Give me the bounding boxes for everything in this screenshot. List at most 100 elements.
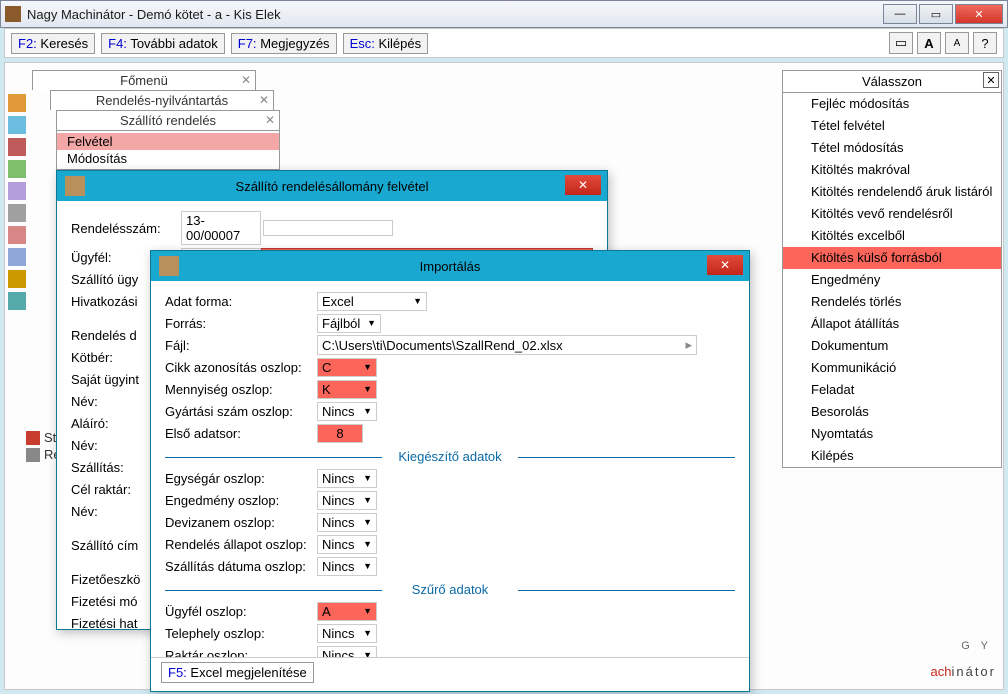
shortcut-bar: F2: Keresés F4: További adatok F7: Megje…	[4, 28, 1004, 58]
maximize-button[interactable]: ▭	[919, 4, 953, 24]
shortcut-esc[interactable]: Esc: Kilépés	[343, 33, 429, 54]
adatforma-select[interactable]: Excel▼	[317, 292, 427, 311]
adatforma-label: Adat forma:	[165, 294, 317, 309]
chevron-down-icon: ▼	[363, 561, 372, 571]
valasszon-item[interactable]: Kitöltés makróval	[783, 159, 1001, 181]
valasszon-item[interactable]: Tétel módosítás	[783, 137, 1001, 159]
szallitas-datuma-oszlop-label: Szállítás dátuma oszlop:	[165, 559, 317, 574]
szallitas-datuma-oszlop-select[interactable]: Nincs▼	[317, 557, 377, 576]
valasszon-item[interactable]: Dokumentum	[783, 335, 1001, 357]
tool-icon[interactable]	[8, 292, 26, 310]
egysegar-oszlop-label: Egységár oszlop:	[165, 471, 317, 486]
package-icon	[65, 176, 85, 196]
tool-icon[interactable]	[8, 138, 26, 156]
rendeles-allapot-oszlop-label: Rendelés állapot oszlop:	[165, 537, 317, 552]
tab-close-icon[interactable]: ✕	[259, 93, 269, 107]
ugyfel-oszlop-select[interactable]: A▼	[317, 602, 377, 621]
tab-rendeles-nyilvantartas[interactable]: Rendelés-nyilvántartás ✕	[50, 90, 274, 110]
app-icon	[5, 6, 21, 22]
valasszon-item[interactable]: Kitöltés külső forrásból	[783, 247, 1001, 269]
tool-icon[interactable]	[8, 204, 26, 222]
window-title: Szállító rendelésállomány felvétel	[57, 179, 607, 194]
font-small-button[interactable]: A	[945, 32, 969, 54]
valasszon-item[interactable]: Feladat	[783, 379, 1001, 401]
chevron-down-icon: ▼	[363, 406, 372, 416]
chevron-down-icon: ▼	[363, 495, 372, 505]
rendelesszam-extra-field[interactable]	[263, 220, 393, 236]
gear-icon	[26, 448, 40, 462]
rendelesszam-field[interactable]: 13-00/00007	[181, 211, 261, 245]
valasszon-item[interactable]: Kilépés	[783, 445, 1001, 467]
valasszon-item[interactable]: Nyomtatás	[783, 423, 1001, 445]
valasszon-item[interactable]: Kitöltés excelből	[783, 225, 1001, 247]
cube-icon	[26, 431, 40, 445]
tab-szallito-rendeles[interactable]: Szállító rendelés ✕	[56, 110, 280, 130]
window-title: Importálás	[151, 259, 749, 274]
forras-select[interactable]: Fájlból▼	[317, 314, 381, 333]
valasszon-item[interactable]: Kommunikáció	[783, 357, 1001, 379]
shortcut-f5-excel[interactable]: F5: Excel megjelenítése	[161, 662, 314, 683]
rendelesszam-label: Rendelésszám:	[71, 221, 181, 236]
raktar-oszlop-select[interactable]: Nincs▼	[317, 646, 377, 658]
shortcut-f7[interactable]: F7: Megjegyzés	[231, 33, 337, 54]
chevron-down-icon: ▼	[363, 650, 372, 657]
tab-fomenu[interactable]: Főmenü ✕	[32, 70, 256, 90]
valasszon-item[interactable]: Állapot átállítás	[783, 313, 1001, 335]
chevron-down-icon: ▼	[363, 606, 372, 616]
cikk-oszlop-select[interactable]: C▼	[317, 358, 377, 377]
valasszon-item[interactable]: Besorolás	[783, 401, 1001, 423]
chevron-down-icon: ▼	[363, 628, 372, 638]
valasszon-item[interactable]: Fejléc módosítás	[783, 93, 1001, 115]
valasszon-header: Válasszon ✕	[783, 71, 1001, 93]
raktar-oszlop-label: Raktár oszlop:	[165, 648, 317, 658]
panel-close-button[interactable]: ✕	[983, 72, 999, 88]
valasszon-item[interactable]: Kitöltés vevő rendelésről	[783, 203, 1001, 225]
left-icon-strip	[8, 90, 30, 314]
valasszon-item[interactable]: Kitöltés rendelendő áruk listáról	[783, 181, 1001, 203]
help-button[interactable]: ?	[973, 32, 997, 54]
valasszon-item[interactable]: Engedmény	[783, 269, 1001, 291]
tool-icon[interactable]	[8, 94, 26, 112]
valasszon-item[interactable]: Tétel felvétel	[783, 115, 1001, 137]
fajl-label: Fájl:	[165, 338, 317, 353]
elso-adatsor-input[interactable]: 8	[317, 424, 363, 443]
devizanem-oszlop-label: Devizanem oszlop:	[165, 515, 317, 530]
tool-icon[interactable]	[8, 182, 26, 200]
window-title: Nagy Machinátor - Demó kötet - a - Kis E…	[27, 7, 883, 22]
tool-icon[interactable]	[8, 116, 26, 134]
chevron-right-icon: ▸	[685, 337, 692, 353]
tool-window-icon[interactable]: ▭	[889, 32, 913, 54]
tool-icon[interactable]	[8, 270, 26, 288]
gyartasi-oszlop-label: Gyártási szám oszlop:	[165, 404, 317, 419]
shortcut-f2[interactable]: F2: Keresés	[11, 33, 95, 54]
window-close-button[interactable]: ✕	[565, 175, 601, 195]
forras-label: Forrás:	[165, 316, 317, 331]
close-button[interactable]: ✕	[955, 4, 1003, 24]
telephely-oszlop-select[interactable]: Nincs▼	[317, 624, 377, 643]
window-close-button[interactable]: ✕	[707, 255, 743, 275]
menu-item-modositas[interactable]: Módosítás	[57, 150, 279, 167]
valasszon-item[interactable]: Rendelés törlés	[783, 291, 1001, 313]
tool-icon[interactable]	[8, 248, 26, 266]
egysegar-oszlop-select[interactable]: Nincs▼	[317, 469, 377, 488]
section-kiegeszito: Kiegészítő adatok	[165, 449, 735, 464]
chevron-down-icon: ▼	[363, 473, 372, 483]
chevron-down-icon: ▼	[363, 384, 372, 394]
minimize-button[interactable]: —	[883, 4, 917, 24]
chevron-down-icon: ▼	[367, 318, 376, 328]
menu-item-felvetel[interactable]: Felvétel	[57, 133, 279, 150]
fajl-input[interactable]: C:\Users\ti\Documents\SzallRend_02.xlsx▸	[317, 335, 697, 355]
mennyiseg-oszlop-select[interactable]: K▼	[317, 380, 377, 399]
tool-icon[interactable]	[8, 226, 26, 244]
shortcut-f4[interactable]: F4: További adatok	[101, 33, 225, 54]
cikk-oszlop-label: Cikk azonosítás oszlop:	[165, 360, 317, 375]
gyartasi-oszlop-select[interactable]: Nincs▼	[317, 402, 377, 421]
rendeles-allapot-oszlop-select[interactable]: Nincs▼	[317, 535, 377, 554]
tool-icon[interactable]	[8, 160, 26, 178]
tab-close-icon[interactable]: ✕	[241, 73, 251, 87]
tab-close-icon[interactable]: ✕	[265, 113, 275, 127]
ugyfel-oszlop-label: Ügyfél oszlop:	[165, 604, 317, 619]
devizanem-oszlop-select[interactable]: Nincs▼	[317, 513, 377, 532]
font-large-button[interactable]: A	[917, 32, 941, 54]
engedmeny-oszlop-select[interactable]: Nincs▼	[317, 491, 377, 510]
